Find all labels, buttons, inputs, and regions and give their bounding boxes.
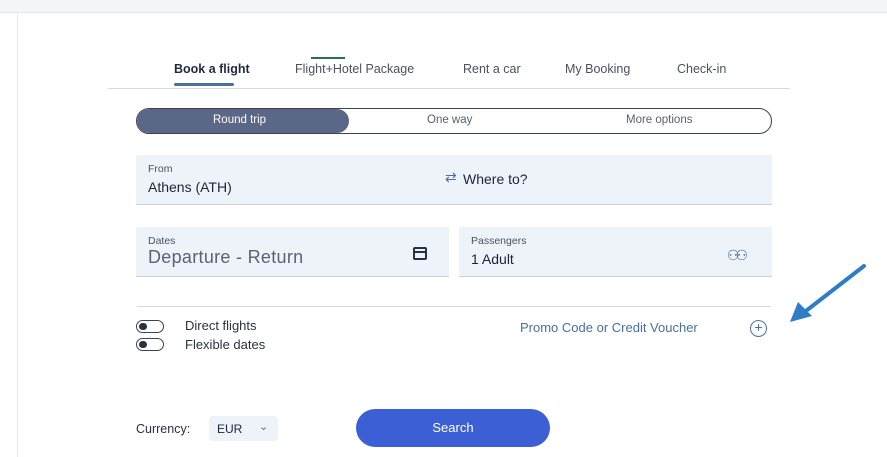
trip-type-more-options[interactable]: More options [626, 114, 692, 126]
tab-flight-hotel[interactable]: Flight+Hotel Package [295, 62, 414, 76]
trip-type-one-way[interactable]: One way [427, 114, 472, 126]
search-button[interactable]: Search [356, 409, 550, 447]
active-tab-underline [174, 83, 234, 86]
tab-book-flight[interactable]: Book a flight [174, 62, 250, 76]
tab-my-booking[interactable]: My Booking [565, 62, 630, 76]
users-icon[interactable]: ⚇⚇ [727, 247, 748, 264]
swap-icon[interactable]: ⇄ [445, 169, 457, 186]
arrow-shaft [800, 264, 866, 316]
calendar-icon[interactable] [413, 247, 427, 260]
passengers-field[interactable]: Passengers 1 Adult ⚇⚇ [459, 227, 772, 277]
toggle-knob [139, 322, 147, 330]
route-field[interactable]: From Athens (ATH) ⇄ Where to? [136, 155, 772, 205]
flexible-dates-label: Flexible dates [185, 337, 266, 352]
trip-type-round-trip[interactable]: Round trip [213, 114, 266, 126]
from-label: From [148, 163, 173, 175]
flexible-dates-toggle[interactable] [136, 338, 164, 351]
direct-flights-toggle[interactable] [136, 320, 164, 333]
dates-label: Dates [148, 235, 176, 247]
annotation-arrow [790, 264, 866, 322]
currency-label: Currency: [136, 422, 191, 436]
chevron-down-icon: ⌄ [259, 421, 269, 433]
passengers-label: Passengers [471, 235, 527, 247]
dates-field[interactable]: Dates Departure - Return [136, 227, 449, 277]
currency-select[interactable]: EUR ⌄ [209, 416, 278, 441]
tab-check-in[interactable]: Check-in [677, 62, 726, 76]
toggle-knob [139, 340, 147, 348]
to-input[interactable]: Where to? [463, 171, 528, 187]
promo-code-link[interactable]: Promo Code or Credit Voucher [520, 320, 698, 335]
passengers-value[interactable]: 1 Adult [471, 251, 514, 267]
add-promo-icon[interactable]: + [750, 320, 767, 337]
tab-rent-car[interactable]: Rent a car [463, 62, 521, 76]
from-value[interactable]: Athens (ATH) [148, 179, 232, 195]
trip-type-selector: Round trip One way More options [136, 108, 772, 134]
tab-highlight-marker [311, 57, 345, 59]
options-divider [137, 306, 771, 307]
direct-flights-label: Direct flights [185, 318, 257, 333]
dates-placeholder[interactable]: Departure - Return [148, 247, 303, 268]
currency-value: EUR [217, 422, 243, 436]
left-border [17, 12, 18, 457]
booking-tabs: Book a flight Flight+Hotel Package Rent … [108, 56, 790, 89]
arrow-head [790, 302, 812, 322]
browser-top-strip [0, 0, 887, 13]
